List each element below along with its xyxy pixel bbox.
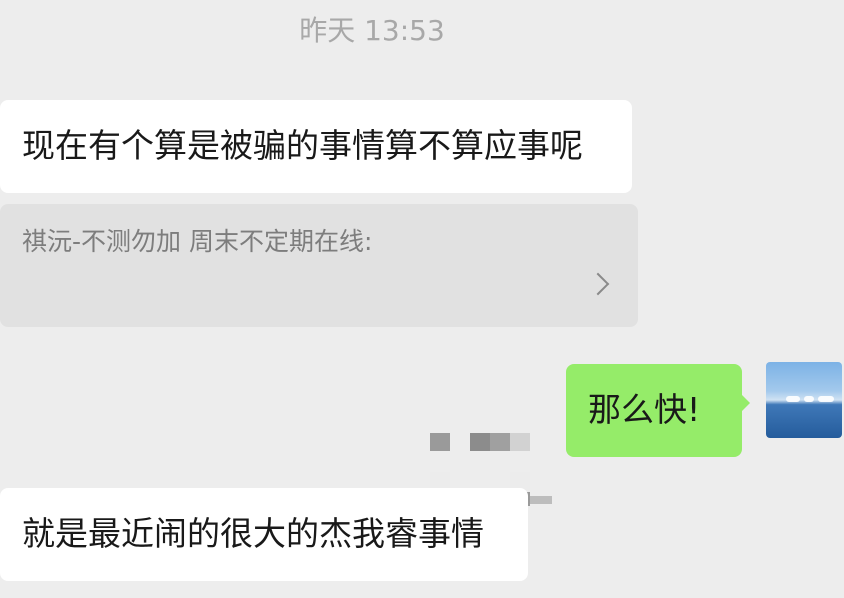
mosaic-block (510, 433, 530, 451)
avatar[interactable] (766, 362, 842, 438)
incoming-message-bubble[interactable]: 就是最近闹的很大的杰我睿事情 (0, 488, 528, 581)
message-text: 现在有个算是被骗的事情算不算应事呢 (22, 126, 583, 165)
mosaic-block (470, 433, 490, 451)
bubble-tail (740, 393, 750, 413)
mosaic-block (490, 433, 510, 451)
incoming-message-bubble[interactable]: 现在有个算是被骗的事情算不算应事呢 (0, 100, 632, 193)
mosaic-block (530, 496, 552, 504)
outgoing-message-bubble[interactable]: 那么快! (566, 364, 742, 457)
avatar-cloud (804, 396, 814, 402)
quoted-message-text: 祺沅-不测勿加 周末不定期在线: (22, 227, 373, 256)
message-timestamp: 昨天 13:53 (299, 14, 445, 47)
message-text: 就是最近闹的很大的杰我睿事情 (22, 514, 484, 553)
quoted-message-card[interactable]: 祺沅-不测勿加 周末不定期在线: (0, 204, 638, 510)
avatar-cloud (786, 396, 800, 402)
mosaic-block (430, 433, 450, 451)
avatar-cloud (818, 396, 834, 402)
message-text: 那么快! (588, 390, 701, 429)
